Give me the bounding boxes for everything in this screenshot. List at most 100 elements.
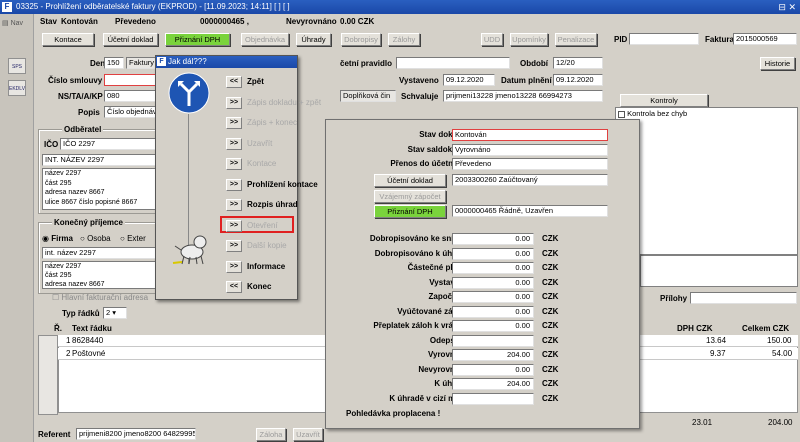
- cislo-smlouvy-label: Číslo smlouvy: [48, 76, 103, 85]
- dialog-item-label[interactable]: Rozpis úhrad: [247, 199, 298, 211]
- obdobi-field[interactable]: 12/20: [553, 57, 603, 69]
- kontace-button[interactable]: Kontace: [42, 33, 94, 46]
- pid-field[interactable]: [629, 33, 699, 45]
- info-row-currency: CZK: [542, 364, 559, 374]
- datum-plneni-field[interactable]: 09.12.2020: [553, 74, 603, 86]
- prilohy-field[interactable]: [690, 292, 797, 304]
- ekdlv-icon[interactable]: EKDLV: [8, 80, 26, 96]
- info-row-currency: CZK: [542, 350, 559, 359]
- popis-field[interactable]: Číslo objednáv: [104, 106, 156, 118]
- info-row-currency: CZK: [542, 248, 559, 258]
- denik-field[interactable]: 150: [104, 57, 124, 69]
- dialog-item-button[interactable]: >>: [226, 137, 242, 150]
- dobropisy-button[interactable]: Dobropisy: [341, 33, 381, 46]
- col-celkem-header: Celkem CZK: [742, 324, 790, 333]
- dialog-item-label: Otevření: [247, 220, 278, 230]
- odberatel-address: název 2297 část 295 adresa nazev 8667 ulice…: [42, 168, 156, 210]
- osoba-radio[interactable]: ○ Osoba: [80, 234, 111, 244]
- dialog-item-button[interactable]: >>: [226, 96, 242, 109]
- info-row-currency: CZK: [542, 379, 559, 388]
- penalizace-button[interactable]: Penalizace: [555, 33, 597, 46]
- stav-saldokonta-field: Vyrovnáno: [452, 144, 608, 156]
- referent-field[interactable]: prijmeni8200 jmeno8200 64829995: [76, 428, 196, 440]
- table-scrollbar[interactable]: [38, 335, 58, 415]
- info-row-currency: CZK: [542, 306, 559, 316]
- uhrady-button[interactable]: Úhrady: [296, 33, 331, 46]
- info-row-currency: CZK: [542, 393, 559, 403]
- cislo-smlouvy-field[interactable]: [104, 74, 156, 86]
- info-row-currency: CZK: [542, 263, 559, 272]
- vzajemny-zapocet-button[interactable]: Vzájemný zápočet: [374, 190, 446, 203]
- dialog-item-label[interactable]: Prohlížení kontace: [247, 179, 318, 191]
- dialog-item-button[interactable]: >>: [226, 178, 242, 191]
- window-title: 03325 - Prohlížení odběratelské faktury …: [16, 2, 290, 11]
- historie-button[interactable]: Historie: [760, 57, 795, 70]
- info-priznani-field: 0000000465 Řádně, Uzavřen: [452, 205, 608, 217]
- firma-radio[interactable]: ◉ Firma: [42, 234, 73, 244]
- right-list-area[interactable]: [640, 255, 798, 287]
- ucetni-pravidlo-field[interactable]: [396, 57, 510, 69]
- faktura-field[interactable]: 2015000569: [733, 33, 797, 45]
- dog-icon: [172, 235, 207, 265]
- info-row-value: 204.00: [452, 349, 534, 361]
- dialog-item-button[interactable]: >>: [226, 158, 242, 170]
- dialog-item-button[interactable]: <<: [226, 281, 242, 293]
- objednavka-button[interactable]: Objednávka: [241, 33, 289, 46]
- info-ucetni-doklad-button[interactable]: Účetní doklad: [374, 174, 446, 187]
- odberatel-title: Odběratel: [62, 125, 104, 135]
- nevyrovnano-label: Nevyrovnáno: [286, 17, 337, 26]
- window-titlebar: F 03325 - Prohlížení odběratelské faktur…: [0, 0, 800, 14]
- konecny-name-field[interactable]: int. název 2297: [42, 247, 156, 259]
- info-row-value: 0.00: [452, 320, 534, 332]
- dialog-item-label: Zápis dokladu + zpět: [247, 97, 322, 107]
- dialog-item-label[interactable]: Informace: [247, 261, 285, 273]
- udd-button[interactable]: UDD: [481, 33, 503, 46]
- zaloha-button[interactable]: Záloha: [256, 428, 286, 441]
- dialog-titlebar: F Jak dál???: [156, 56, 297, 68]
- externi-radio[interactable]: ○ Exter: [120, 234, 146, 244]
- zalohy-button[interactable]: Zálohy: [388, 33, 420, 46]
- info-row-value: [452, 334, 534, 347]
- dialog-logo-icon: F: [157, 57, 166, 66]
- ico-field[interactable]: IČO 2297: [60, 138, 156, 150]
- priznani-dph-button[interactable]: Přiznání DPH: [165, 33, 230, 46]
- dialog-item-button[interactable]: >>: [226, 260, 242, 273]
- dialog-item-button[interactable]: >>: [226, 117, 242, 129]
- dialog-item-button[interactable]: <<: [226, 76, 242, 88]
- dialog-item-label: Zápis + konec: [247, 118, 298, 127]
- info-priznani-dph-button[interactable]: Přiznání DPH: [374, 205, 446, 218]
- odberatel-name-field[interactable]: INT. NÁZEV 2297: [42, 154, 156, 166]
- kontroly-button[interactable]: Kontroly: [620, 94, 708, 107]
- sps-icon[interactable]: SPS: [8, 58, 26, 74]
- ns-field[interactable]: 080: [104, 90, 156, 102]
- typ-radku-select[interactable]: 2 ▾: [103, 307, 127, 319]
- doplnkova-field: Doplňková čin: [340, 90, 396, 102]
- dialog-item-label[interactable]: Konec: [247, 281, 271, 293]
- nav-label[interactable]: ▤ Nav: [2, 19, 23, 27]
- upominky-button[interactable]: Upomínky: [510, 33, 548, 46]
- window-controls[interactable]: ⊟ ✕: [778, 0, 796, 14]
- ns-label: NS/TA/A/KP: [58, 92, 103, 101]
- vystaveno-field[interactable]: 09.12.2020: [443, 74, 495, 86]
- uzavrit-button[interactable]: Uzavřít: [293, 428, 323, 441]
- sum-dph: 23.01: [692, 418, 713, 427]
- kontrola-checkbox[interactable]: [618, 110, 625, 118]
- hlavni-checkbox[interactable]: ☐ Hlavní fakturační adresa: [52, 293, 148, 303]
- info-ucetni-doklad-field: 2003300260 Zaúčtovaný: [452, 174, 608, 186]
- ucetni-doklad-button[interactable]: Účetní doklad: [103, 33, 158, 46]
- ucetni-pravidlo-label: četní pravidlo: [340, 59, 393, 68]
- kontroly-list[interactable]: Kontrola bez chyb: [615, 107, 798, 255]
- dialog-item-button[interactable]: >>: [226, 219, 242, 232]
- dialog-item-button[interactable]: >>: [226, 199, 242, 211]
- dialog-item-button[interactable]: >>: [226, 240, 242, 252]
- info-row-currency: CZK: [542, 277, 559, 287]
- app-logo-icon: F: [2, 2, 12, 12]
- info-row-value: 204.00: [452, 378, 534, 390]
- info-row-value: 0.00: [452, 262, 534, 274]
- info-row-value: 0.00: [452, 276, 534, 289]
- schvaluje-field[interactable]: prijmeni13228 jmeno13228 66994273: [443, 90, 603, 102]
- referent-label: Referent: [38, 430, 71, 439]
- dialog-item-label[interactable]: Zpět: [247, 76, 264, 88]
- jak-dal-dialog: F Jak dál??? << Zpět >> Zápis dokladu + zpě…: [155, 55, 321, 300]
- left-sidebar: [0, 14, 34, 442]
